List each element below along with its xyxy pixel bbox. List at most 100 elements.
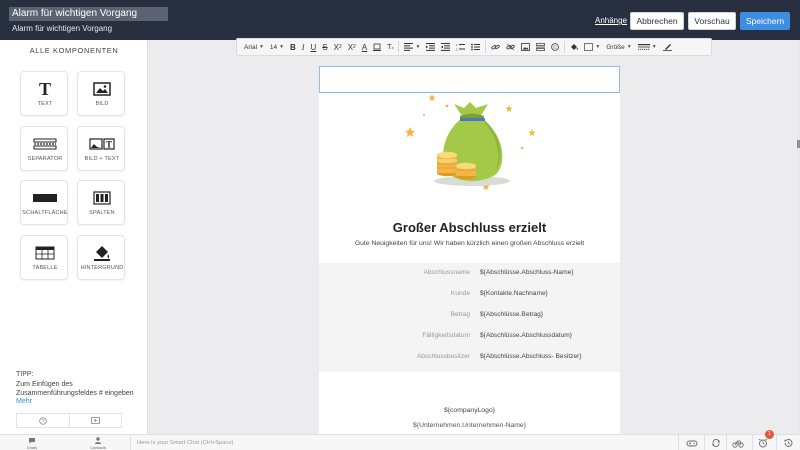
svg-text:C: C	[554, 45, 558, 50]
indent-increase-button[interactable]	[438, 40, 453, 54]
paint-bucket-icon	[571, 44, 579, 50]
tip-text: Zum Einfügen des Zusammenführungsfeldes …	[16, 381, 134, 397]
table-row: Fälligkeitsdatum ${Abschlüsse.Abschlussd…	[319, 330, 620, 342]
component-button[interactable]: SCHALTFLÄCHE	[20, 180, 68, 225]
border-icon	[584, 43, 594, 51]
special-character-button[interactable]: C	[548, 40, 562, 54]
video-help-button[interactable]	[68, 414, 122, 427]
table-icon	[21, 244, 69, 262]
border-color-button[interactable]	[660, 40, 675, 54]
history-icon[interactable]	[782, 438, 794, 448]
company-logo-placeholder: ${companyLogo}	[443, 407, 496, 414]
component-separator[interactable]: SEPARATOR	[20, 126, 68, 171]
bottom-divider	[752, 435, 753, 450]
toolbar-separator	[398, 41, 400, 53]
horizontal-rule-button[interactable]	[533, 40, 548, 54]
paint-bucket-icon	[78, 244, 126, 262]
component-label: SCHALTFLÄCHE	[22, 210, 68, 216]
empty-content-block[interactable]	[319, 66, 620, 93]
indent-icon	[441, 43, 451, 51]
svg-text:?: ?	[41, 418, 44, 424]
save-button[interactable]: Speichern	[740, 12, 790, 30]
text-icon: T	[38, 78, 51, 99]
tip-more-link[interactable]: Mehr	[16, 398, 32, 405]
template-name-input[interactable]: Alarm für wichtigen Vorgang	[9, 7, 168, 21]
fill-color-button[interactable]	[567, 40, 581, 54]
gamepad-icon[interactable]	[686, 438, 698, 448]
clear-format-button[interactable]: Tx	[384, 40, 396, 54]
email-heading: Großer Abschluss erzielt	[392, 220, 547, 235]
component-label: SEPARATOR	[27, 156, 63, 162]
contacts-label: Contacts	[90, 445, 106, 450]
component-image[interactable]: BILD	[77, 71, 125, 116]
font-color-button[interactable]: A	[359, 40, 370, 54]
help-row: ?	[16, 413, 122, 428]
notification-badge: 1	[765, 430, 774, 439]
cancel-button[interactable]: Abbrechen	[630, 12, 684, 30]
superscript-button[interactable]: X2	[345, 40, 359, 54]
size-select[interactable]: Größe ▼	[603, 40, 634, 54]
smart-chat-input[interactable]: Here is your Smart Chat (Ctrl+Space)	[130, 435, 430, 450]
bottom-divider	[704, 435, 705, 450]
align-select[interactable]: ▼	[401, 40, 423, 54]
svg-text:1: 1	[456, 43, 458, 47]
components-panel: ALLE KOMPONENTEN T TEXT BILD SEPARATOR T…	[0, 40, 148, 434]
align-left-icon	[404, 43, 414, 51]
italic-button[interactable]: I	[299, 40, 308, 54]
horizontal-rule-icon	[536, 43, 546, 51]
link-icon	[491, 44, 501, 50]
ordered-list-button[interactable]: 12	[453, 40, 468, 54]
question-icon: ?	[39, 416, 47, 424]
component-label: SPALTEN	[89, 210, 115, 216]
chats-button[interactable]: Chats	[17, 436, 47, 450]
component-label: HINTERGRUND	[80, 265, 124, 271]
bold-button[interactable]: B	[287, 40, 299, 54]
detail-value: ${Abschlüsse.Abschluss- Besitzer}	[480, 353, 582, 360]
attachments-link[interactable]: Anhänge	[595, 16, 627, 25]
highlight-icon[interactable]	[370, 40, 384, 54]
font-family-select[interactable]: Arial ▼	[241, 40, 267, 54]
svg-text:T: T	[106, 140, 112, 150]
font-size-select[interactable]: 14 ▼	[267, 40, 287, 54]
help-button[interactable]: ?	[17, 414, 69, 427]
insert-link-button[interactable]	[488, 40, 503, 54]
template-subject: Alarm für wichtigen Vorgang	[12, 24, 113, 33]
svg-text:2: 2	[456, 48, 458, 52]
component-label: BILD	[95, 101, 109, 107]
image-icon	[78, 80, 126, 98]
deal-details-table: Abschlussname ${Abschlüsse.Abschluss-Nam…	[319, 263, 620, 372]
table-row: Betrag ${Abschlüsse.Betrag}	[319, 309, 620, 321]
chat-icon	[29, 438, 35, 444]
detail-label: Abschlussname	[423, 269, 470, 276]
copyright-icon: C	[551, 43, 560, 51]
subscript-button[interactable]: X2	[331, 40, 345, 54]
detail-value: ${Abschlüsse.Abschlussdatum}	[480, 332, 573, 339]
line-style-icon	[637, 44, 650, 50]
preview-button[interactable]: Vorschau	[688, 12, 736, 30]
detail-label: Fälligkeitsdatum	[422, 332, 470, 339]
columns-icon	[78, 189, 126, 207]
contacts-button[interactable]: Contacts	[83, 436, 113, 450]
sync-icon[interactable]	[710, 438, 722, 448]
person-icon	[95, 437, 101, 444]
line-style-select[interactable]: ▼	[635, 40, 660, 54]
alarm-clock-icon[interactable]	[757, 438, 769, 448]
tip-heading: TIPP:	[16, 371, 34, 378]
coin-stack-right	[456, 162, 476, 180]
indent-decrease-button[interactable]	[423, 40, 438, 54]
component-columns[interactable]: SPALTEN	[77, 180, 125, 225]
table-row: Kunde ${Kontakte.Nachname}	[319, 288, 620, 300]
remove-link-button[interactable]	[503, 40, 518, 54]
bottom-divider	[776, 435, 777, 450]
component-background[interactable]: HINTERGRUND	[77, 235, 125, 280]
border-select[interactable]: ▼	[581, 40, 603, 54]
unordered-list-button[interactable]	[468, 40, 483, 54]
insert-image-button[interactable]	[518, 40, 533, 54]
component-text[interactable]: T TEXT	[20, 71, 68, 116]
component-image-text[interactable]: T BILD + TEXT	[77, 126, 125, 171]
underline-button[interactable]: U	[307, 40, 319, 54]
bike-icon[interactable]	[732, 438, 744, 448]
detail-label: Kunde	[450, 290, 470, 297]
component-table[interactable]: TABELLE	[20, 235, 68, 280]
strikethrough-button[interactable]: S	[319, 40, 330, 54]
